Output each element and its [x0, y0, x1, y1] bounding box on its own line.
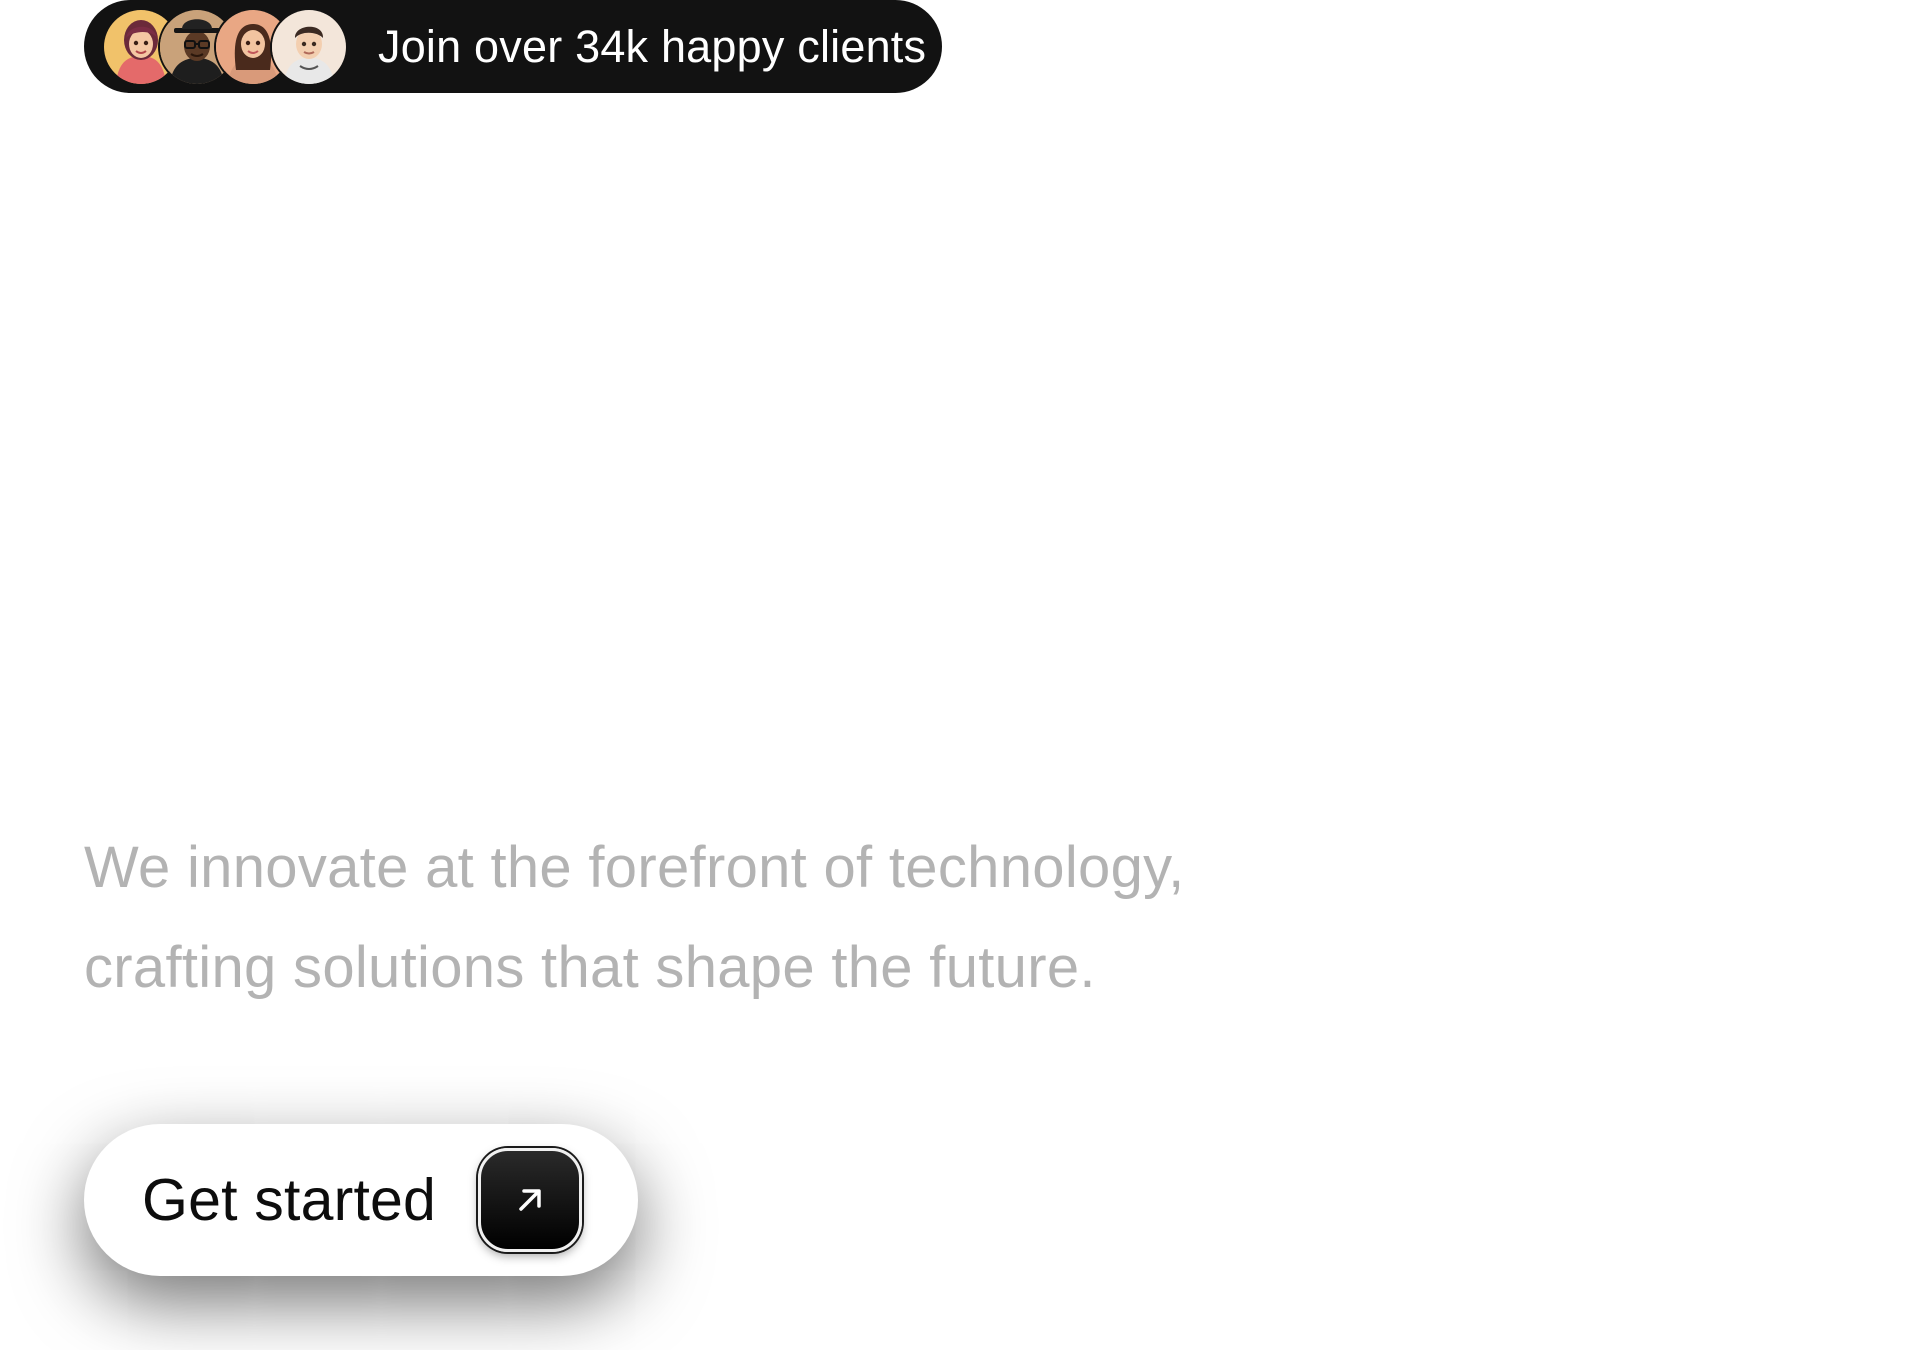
avatar-group	[102, 7, 348, 86]
tagline-line-2: crafting solutions that shape the future…	[84, 935, 1096, 1000]
tagline-line-1: We innovate at the forefront of technolo…	[84, 835, 1185, 900]
clients-count-text: Join over 34k happy clients	[378, 20, 927, 72]
clients-badge: Join over 34k happy clients	[84, 0, 942, 93]
hero-section: Join over 34k happy clients We innovate …	[0, 0, 1914, 1350]
get-started-button[interactable]: Get started	[84, 1124, 638, 1276]
avatar-man-short-hair-icon	[270, 7, 348, 86]
hero-tagline: We innovate at the forefront of technolo…	[84, 818, 1384, 1018]
arrow-up-right-icon[interactable]	[478, 1148, 582, 1252]
get-started-label: Get started	[142, 1167, 437, 1233]
